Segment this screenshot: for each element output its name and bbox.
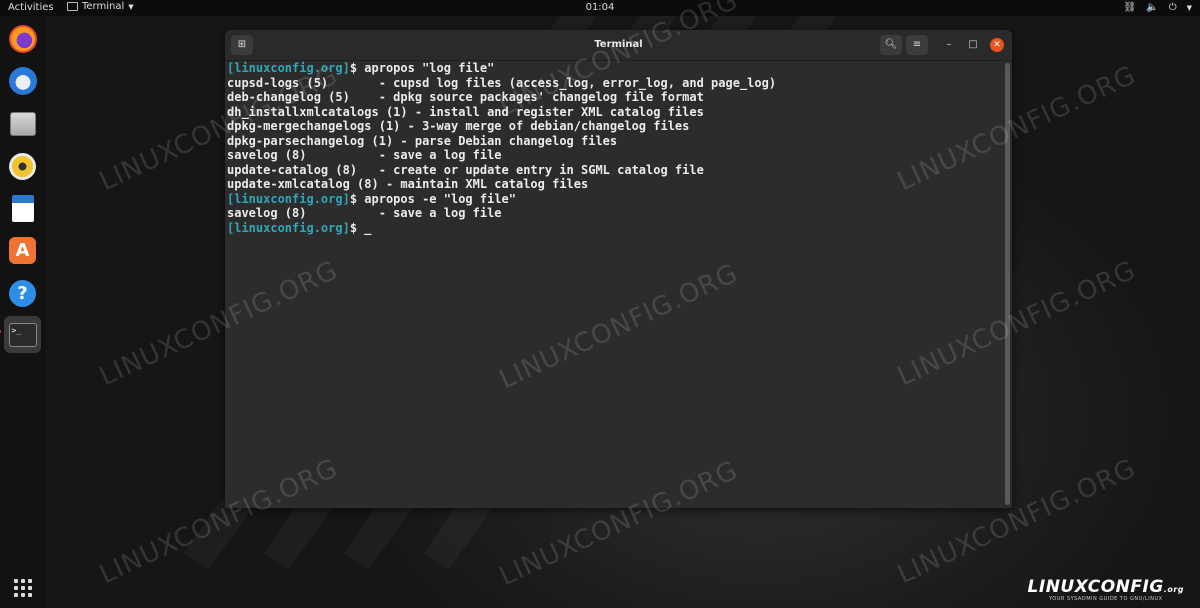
clock[interactable]: 01:04 [0,2,1200,13]
network-icon: ⛓ [1123,2,1137,13]
terminal-line: dpkg-parsechangelog (1) - parse Debian c… [227,134,1010,149]
top-bar: Activities Terminal ▼ 01:04 ⛓ 🔈 ⏻ ▼ [0,0,1200,16]
dock-software[interactable]: A [7,235,38,266]
terminal-icon [67,2,78,11]
writer-icon [11,195,34,222]
line-text: dpkg-mergechangelogs (1) - 3-way merge o… [227,119,690,133]
caret-down-icon: ▼ [128,2,134,11]
app-menu-button[interactable]: Terminal ▼ [67,1,134,12]
logo-brand: LINUXCONFIG.org [1027,577,1184,597]
line-text: $ _ [349,220,372,235]
line-text: dpkg-parsechangelog (1) - parse Debian c… [227,133,618,148]
dock-terminal[interactable]: >_ [0,316,41,353]
search-icon: 🔍︎ [884,39,898,50]
terminal-icon: >_ [8,322,37,347]
dock: A ? >_ [0,16,45,608]
help-icon: ? [9,280,36,307]
dock-files[interactable] [7,108,38,139]
terminal-line: [linuxconfig.org]$ apropos -e "log file" [227,192,1010,207]
dock-writer[interactable] [7,193,38,224]
dock-rhythmbox[interactable] [7,151,38,182]
apps-grid-icon [13,578,32,597]
terminal-line: cupsd-logs (5) - cupsd log files (access… [227,76,1010,91]
terminal-line: dpkg-mergechangelogs (1) - 3-way merge o… [227,119,1010,134]
shell-prompt: [linuxconfig.org] [227,220,350,235]
show-apps-button[interactable] [7,572,38,603]
line-text: update-catalog (8) - create or update en… [227,162,704,177]
linuxconfig-logo: LINUXCONFIG.org YOUR SYSADMIN GUIDE TO G… [1028,577,1184,602]
terminal-line: savelog (8) - save a log file [227,206,1010,221]
terminal-line: deb-changelog (5) - dpkg source packages… [227,90,1010,105]
files-icon [9,111,36,136]
terminal-line: [linuxconfig.org]$ _ [227,221,1010,236]
system-tray[interactable]: ⛓ 🔈 ⏻ ▼ [1124,1,1192,15]
thunderbird-icon [8,66,37,95]
dock-firefox[interactable] [7,23,38,54]
line-text: savelog (8) - save a log file [227,206,502,220]
activities-button[interactable]: Activities [8,2,54,13]
line-text: $ apropos "log file" [349,61,495,75]
dock-help[interactable]: ? [7,278,38,309]
line-text: savelog (8) - save a log file [227,148,502,162]
terminal-line: savelog (8) - save a log file [227,148,1010,163]
logo-tagline: YOUR SYSADMIN GUIDE TO GNU/LINUX [1048,596,1163,602]
line-text: update-xmlcatalog (8) - maintain XML cat… [227,177,589,191]
firefox-icon [8,24,37,53]
volume-icon: 🔈 [1146,2,1159,13]
terminal-line: update-xmlcatalog (8) - maintain XML cat… [227,177,1010,192]
rhythmbox-icon [9,153,36,180]
chevron-down-icon: ▼ [1186,4,1192,12]
power-icon: ⏻ [1168,2,1177,13]
terminal-line: dh_installxmlcatalogs (1) - install and … [227,105,1010,120]
maximize-button[interactable]: □ [966,38,980,52]
search-button[interactable]: 🔍︎ [880,35,902,55]
hamburger-icon: ≡ [912,39,922,50]
shell-prompt: [linuxconfig.org] [227,191,350,206]
menu-button[interactable]: ≡ [906,35,928,55]
close-button[interactable]: ✕ [990,38,1004,52]
terminal-window: ⊞ Terminal 🔍︎ ≡ – □ ✕ [linuxconfig.org]$… [225,30,1012,508]
software-center-icon: A [9,237,36,264]
terminal-output[interactable]: [linuxconfig.org] $ apropos "log file" cup… [225,61,1012,508]
app-menu-label: Terminal [82,1,125,12]
line-text: $ apropos -e "log file" [349,191,516,206]
minimize-button[interactable]: – [942,38,956,52]
dock-thunderbird[interactable] [7,65,38,96]
